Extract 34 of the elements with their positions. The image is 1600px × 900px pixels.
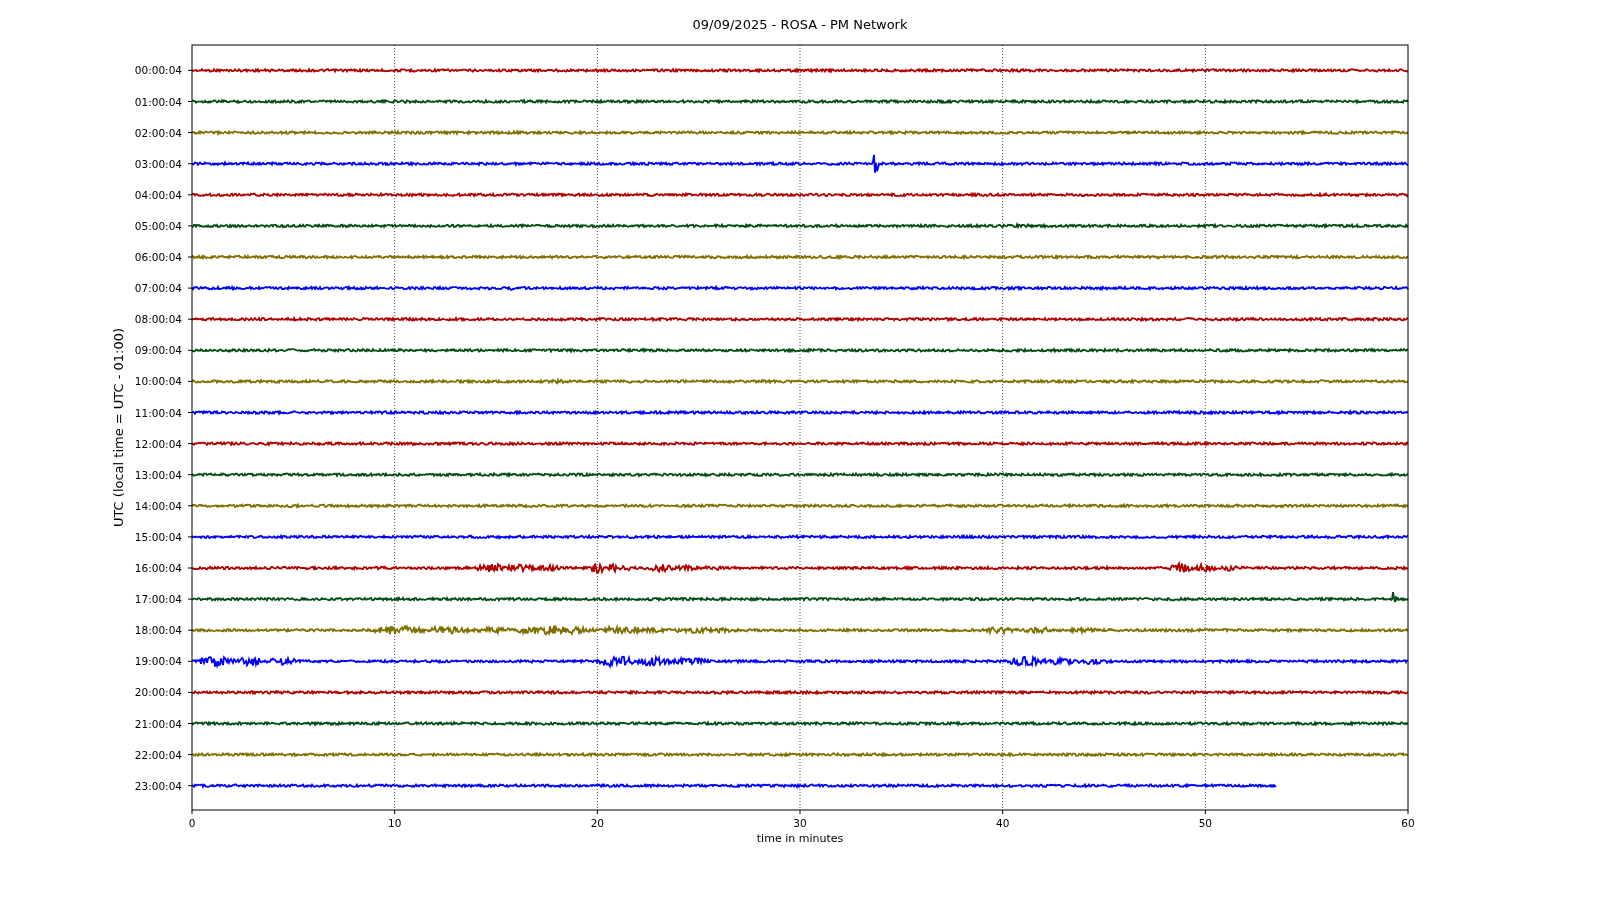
tick-label: 05:00:04: [134, 219, 182, 232]
tick-label: 13:00:04: [134, 468, 182, 481]
tick-label: 01:00:04: [134, 95, 182, 108]
tick-label: 15:00:04: [134, 530, 182, 543]
tick-label: 06:00:04: [134, 251, 182, 263]
tick-label: 03:00:04: [134, 157, 182, 170]
tick-label: 40: [996, 817, 1010, 829]
tick-label: 12:00:04: [134, 437, 182, 450]
tick-label: 18:00:04: [134, 624, 182, 637]
tick-label: 60: [1401, 817, 1415, 829]
y-axis-label: UTC (local time = UTC - 01:00): [111, 327, 126, 528]
tick-label: 07:00:04: [134, 282, 182, 295]
tick-label: 19:00:04: [134, 655, 182, 668]
x-axis-label: time in minutes: [756, 832, 844, 845]
tick-label: 10:00:04: [134, 375, 182, 388]
tick-label: 22:00:04: [134, 748, 182, 761]
chart-title: 09/09/2025 - ROSA - PM Network: [692, 17, 908, 32]
tick-label: 20: [590, 817, 604, 829]
tick-label: 08:00:04: [134, 313, 182, 326]
tick-label: 16:00:04: [134, 562, 182, 574]
tick-label: 04:00:04: [134, 188, 182, 201]
tick-label: 02:00:04: [134, 126, 182, 139]
tick-label: 50: [1198, 817, 1212, 829]
tick-label: 21:00:04: [134, 717, 182, 730]
tick-label: 23:00:04: [134, 779, 182, 792]
tick-label: 20:00:04: [134, 686, 182, 699]
tick-label: 10: [388, 817, 402, 829]
tick-label: 30: [793, 817, 807, 829]
tick-label: 17:00:04: [134, 593, 182, 606]
tick-label: 0: [188, 817, 196, 829]
tick-label: 00:00:04: [134, 64, 182, 77]
tick-label: 09:00:04: [134, 344, 182, 357]
tick-label: 11:00:04: [134, 406, 182, 419]
tick-label: 14:00:04: [134, 499, 182, 512]
